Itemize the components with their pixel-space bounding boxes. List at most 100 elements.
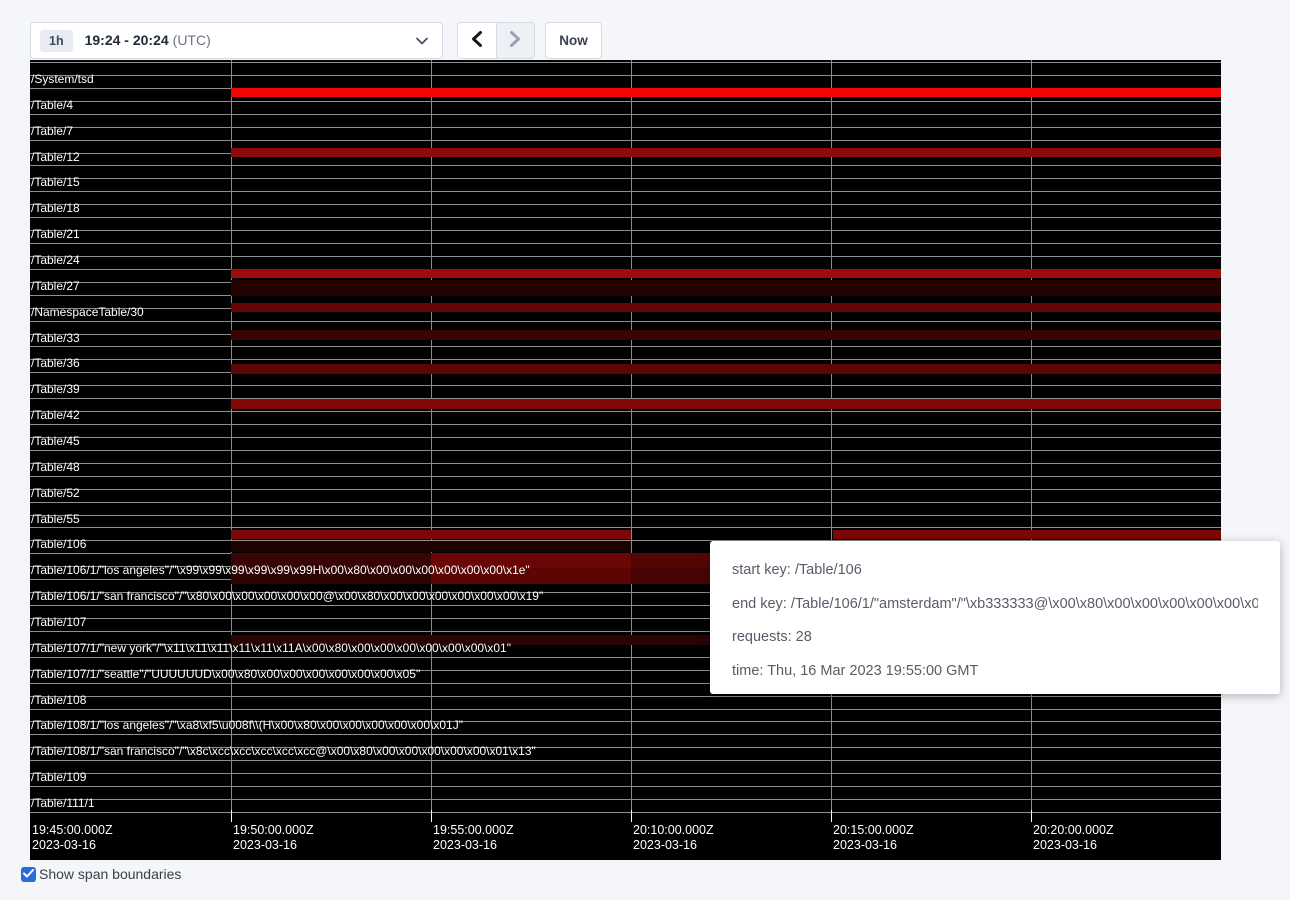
row-label: /Table/109	[31, 770, 86, 784]
heat-band	[231, 541, 631, 552]
axis-time-label: 19:45:00.000Z2023-03-16	[32, 823, 113, 853]
row-label: /Table/106/1/"los angeles"/"\x99\x99\x99…	[31, 563, 530, 577]
gridline-h	[30, 812, 1221, 813]
axis-time-label: 20:10:00.000Z2023-03-16	[633, 823, 714, 853]
axis-time-label: 20:20:00.000Z2023-03-16	[1033, 823, 1114, 853]
gridline-h	[30, 489, 1221, 490]
span-tooltip: start key: /Table/106 end key: /Table/10…	[710, 541, 1280, 694]
gridline-h	[30, 114, 1221, 115]
gridline-v	[631, 60, 632, 810]
row-label: /Table/4	[31, 98, 73, 112]
axis-time-label: 19:50:00.000Z2023-03-16	[233, 823, 314, 853]
gridline-h	[30, 165, 1221, 166]
row-label: /System/tsd	[31, 72, 94, 86]
gridline-v	[831, 60, 832, 810]
axis-time-label: 20:15:00.000Z2023-03-16	[833, 823, 914, 853]
heat-band	[231, 88, 1221, 97]
heat-band	[231, 148, 1221, 157]
row-label: /Table/55	[31, 512, 80, 526]
chevron-right-icon	[509, 31, 521, 50]
gridline-h	[30, 178, 1221, 179]
gridline-h	[30, 217, 1221, 218]
gridline-h	[30, 321, 1221, 322]
gridline-v	[231, 60, 232, 810]
heat-band	[231, 269, 1221, 278]
gridline-h	[30, 773, 1221, 774]
gridline-h	[30, 62, 1221, 63]
gridline-h	[30, 450, 1221, 451]
prev-interval-button[interactable]	[458, 23, 496, 58]
heat-band	[231, 399, 1221, 409]
row-label: /Table/39	[31, 382, 80, 396]
gridline-h	[30, 760, 1221, 761]
axis-tick	[1031, 810, 1032, 822]
gridline-v	[431, 60, 432, 810]
gridline-h	[30, 476, 1221, 477]
tooltip-time: time: Thu, 16 Mar 2023 19:55:00 GMT	[732, 661, 1258, 681]
gridline-h	[30, 191, 1221, 192]
row-label: /Table/108/1/"los angeles"/"\xa8\xf5\u00…	[31, 718, 463, 732]
heat-band	[231, 330, 1221, 340]
gridline-h	[30, 786, 1221, 787]
show-span-boundaries-label: Show span boundaries	[39, 866, 181, 882]
gridline-h	[30, 502, 1221, 503]
row-label: /Table/12	[31, 150, 80, 164]
gridline-h	[30, 515, 1221, 516]
row-label: /Table/108	[31, 693, 86, 707]
row-label: /Table/27	[31, 279, 80, 293]
row-label: /Table/111/1	[31, 796, 95, 810]
row-label: /Table/18	[31, 201, 80, 215]
chevron-left-icon	[471, 31, 483, 50]
show-span-boundaries-checkbox[interactable]	[21, 867, 36, 882]
heat-band	[833, 530, 1221, 539]
time-nav-group	[457, 22, 535, 59]
axis-time-label: 19:55:00.000Z2023-03-16	[433, 823, 514, 853]
gridline-h	[30, 385, 1221, 386]
axis-tick	[831, 810, 832, 822]
row-label: /Table/24	[31, 253, 80, 267]
time-range-selector[interactable]: 1h 19:24 - 20:24(UTC)	[30, 22, 443, 59]
axis-tick	[631, 810, 632, 822]
gridline-h	[30, 230, 1221, 231]
row-label: /Table/48	[31, 460, 80, 474]
row-label: /NamespaceTable/30	[31, 305, 144, 319]
checkmark-icon	[23, 865, 34, 883]
now-button[interactable]: Now	[545, 22, 602, 59]
gridline-h	[30, 463, 1221, 464]
gridline-h	[30, 243, 1221, 244]
row-label: /Table/7	[31, 124, 73, 138]
row-label: /Table/107/1/"seattle"/"UUUUUUD\x00\x80\…	[31, 667, 420, 681]
chevron-down-icon	[416, 37, 428, 45]
row-label: /Table/36	[31, 356, 80, 370]
heat-band	[631, 553, 710, 568]
row-label: /Table/21	[31, 227, 80, 241]
next-interval-button[interactable]	[496, 23, 534, 58]
key-visualizer-page: 1h 19:24 - 20:24(UTC) Now /System/tsd/Ta…	[0, 0, 1290, 900]
gridline-h	[30, 696, 1221, 697]
heat-band	[231, 280, 1221, 296]
heat-band	[231, 303, 1221, 312]
gridline-h	[30, 424, 1221, 425]
row-label: /Table/106	[31, 537, 86, 551]
gridline-h	[30, 359, 1221, 360]
row-label: /Table/107/1/"new york"/"\x11\x11\x11\x1…	[31, 641, 511, 655]
row-label: /Table/33	[31, 331, 80, 345]
gridline-v	[1031, 60, 1032, 810]
row-label: /Table/106/1/"san francisco"/"\x80\x00\x…	[31, 589, 543, 603]
row-label: /Table/15	[31, 175, 80, 189]
tooltip-start-key: start key: /Table/106	[732, 560, 1258, 580]
gridline-h	[30, 799, 1221, 800]
gridline-h	[30, 709, 1221, 710]
gridline-h	[30, 101, 1221, 102]
row-label: /Table/107	[31, 615, 86, 629]
gridline-h	[30, 127, 1221, 128]
gridline-h	[30, 411, 1221, 412]
key-visualizer-canvas[interactable]: /System/tsd/Table/4/Table/7/Table/12/Tab…	[30, 60, 1221, 860]
gridline-h	[30, 256, 1221, 257]
gridline-h	[30, 346, 1221, 347]
tooltip-requests: requests: 28	[732, 627, 1258, 647]
duration-badge: 1h	[40, 30, 73, 52]
axis-tick	[231, 810, 232, 822]
axis-tick	[431, 810, 432, 822]
show-span-boundaries-row: Show span boundaries	[21, 866, 181, 882]
